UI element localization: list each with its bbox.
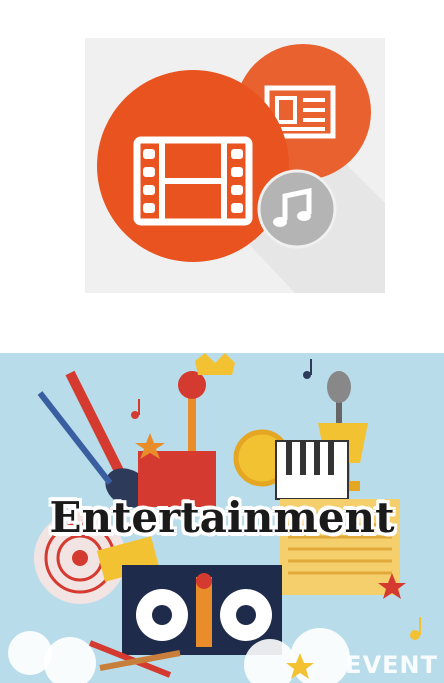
media-icon-tile <box>85 38 385 293</box>
film-strip-icon <box>97 70 289 262</box>
entertainment-banner: Entertainment EVENT <box>0 353 444 683</box>
event-watermark-logo: EVENT <box>345 651 438 679</box>
media-icons-graphic <box>97 44 385 293</box>
piano-keys-icon <box>275 440 349 500</box>
music-note-icon <box>257 169 337 249</box>
banner-title: Entertainment <box>49 493 395 542</box>
dj-mixer-icon <box>122 565 282 655</box>
crown-icon <box>195 353 235 375</box>
